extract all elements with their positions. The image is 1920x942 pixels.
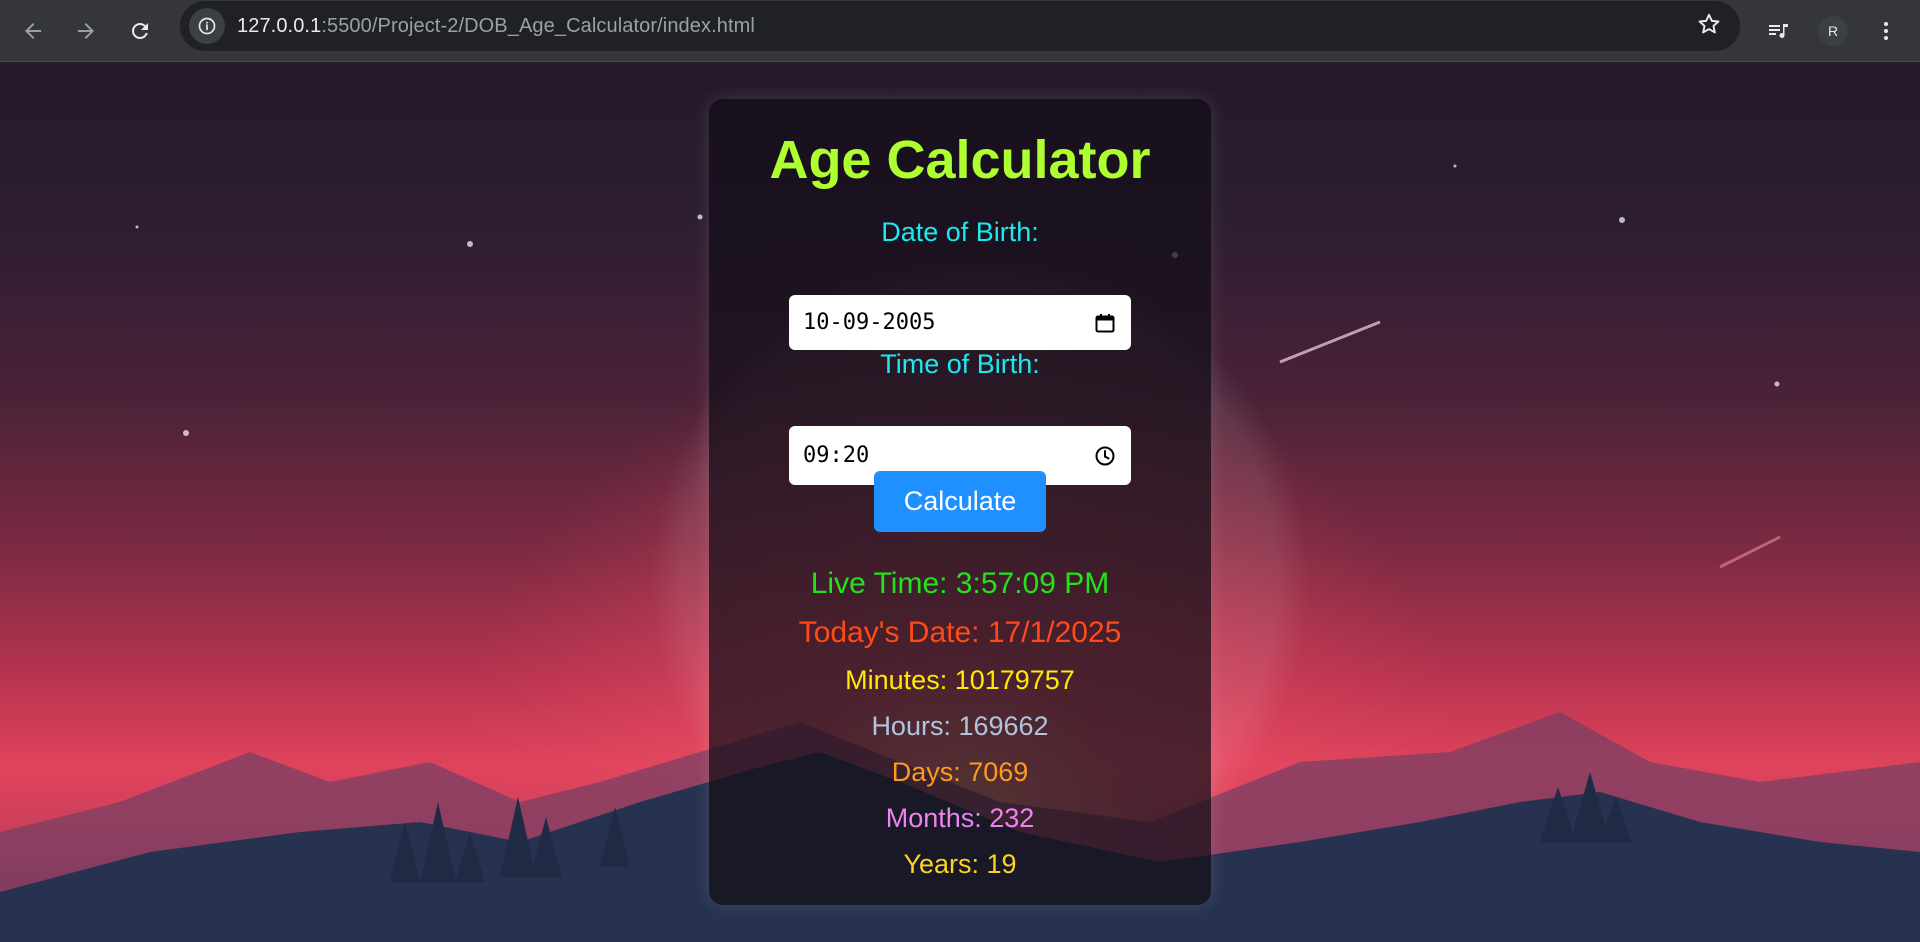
browser-toolbar: 127.0.0.1:5500/Project-2/DOB_Age_Calcula…: [0, 0, 1920, 62]
page-title: Age Calculator: [769, 130, 1151, 190]
browser-menu-button[interactable]: [1866, 11, 1906, 51]
age-calculator-card: Age Calculator Date of Birth: 10-09-2005…: [709, 99, 1211, 905]
kebab-menu-icon: [1884, 22, 1888, 40]
months-result: Months: 232: [885, 803, 1035, 833]
media-queue-icon: [1769, 24, 1788, 38]
years-result: Years: 19: [903, 849, 1017, 879]
media-control-button[interactable]: [1758, 11, 1798, 51]
url-path: :5500/Project-2/DOB_Age_Calculator/index…: [321, 14, 755, 37]
url-text[interactable]: 127.0.0.1:5500/Project-2/DOB_Age_Calcula…: [237, 15, 755, 38]
minutes-result: Minutes: 10179757: [845, 665, 1075, 695]
back-button[interactable]: [13, 11, 53, 51]
tob-value: 09:20: [803, 443, 870, 468]
profile-button[interactable]: R: [1813, 11, 1853, 51]
bookmark-button[interactable]: [1696, 11, 1722, 42]
live-time-text: Live Time: 3:57:09 PM: [810, 567, 1110, 600]
hours-result: Hours: 169662: [871, 711, 1049, 741]
dob-input[interactable]: 10-09-2005: [789, 295, 1131, 350]
arrow-right-icon: [78, 23, 94, 39]
info-icon: [198, 17, 216, 35]
todays-date-text: Today's Date: 17/1/2025: [798, 616, 1122, 649]
url-host: 127.0.0.1: [237, 14, 322, 37]
reload-icon: [132, 22, 148, 39]
calculate-button[interactable]: Calculate: [874, 471, 1046, 532]
calendar-icon[interactable]: [1093, 311, 1117, 335]
dob-label: Date of Birth:: [881, 217, 1039, 247]
tob-label: Time of Birth:: [880, 349, 1040, 379]
avatar: R: [1818, 16, 1848, 46]
forward-button[interactable]: [66, 11, 106, 51]
clock-icon[interactable]: [1093, 444, 1117, 468]
dob-value: 10-09-2005: [803, 310, 936, 335]
days-result: Days: 7069: [891, 757, 1029, 787]
site-info-button[interactable]: [189, 8, 225, 44]
reload-button[interactable]: [120, 11, 160, 51]
address-bar[interactable]: 127.0.0.1:5500/Project-2/DOB_Age_Calcula…: [180, 1, 1740, 51]
star-icon: [1698, 13, 1720, 34]
page-viewport: Age Calculator Date of Birth: 10-09-2005…: [0, 62, 1920, 942]
arrow-left-icon: [25, 23, 41, 39]
